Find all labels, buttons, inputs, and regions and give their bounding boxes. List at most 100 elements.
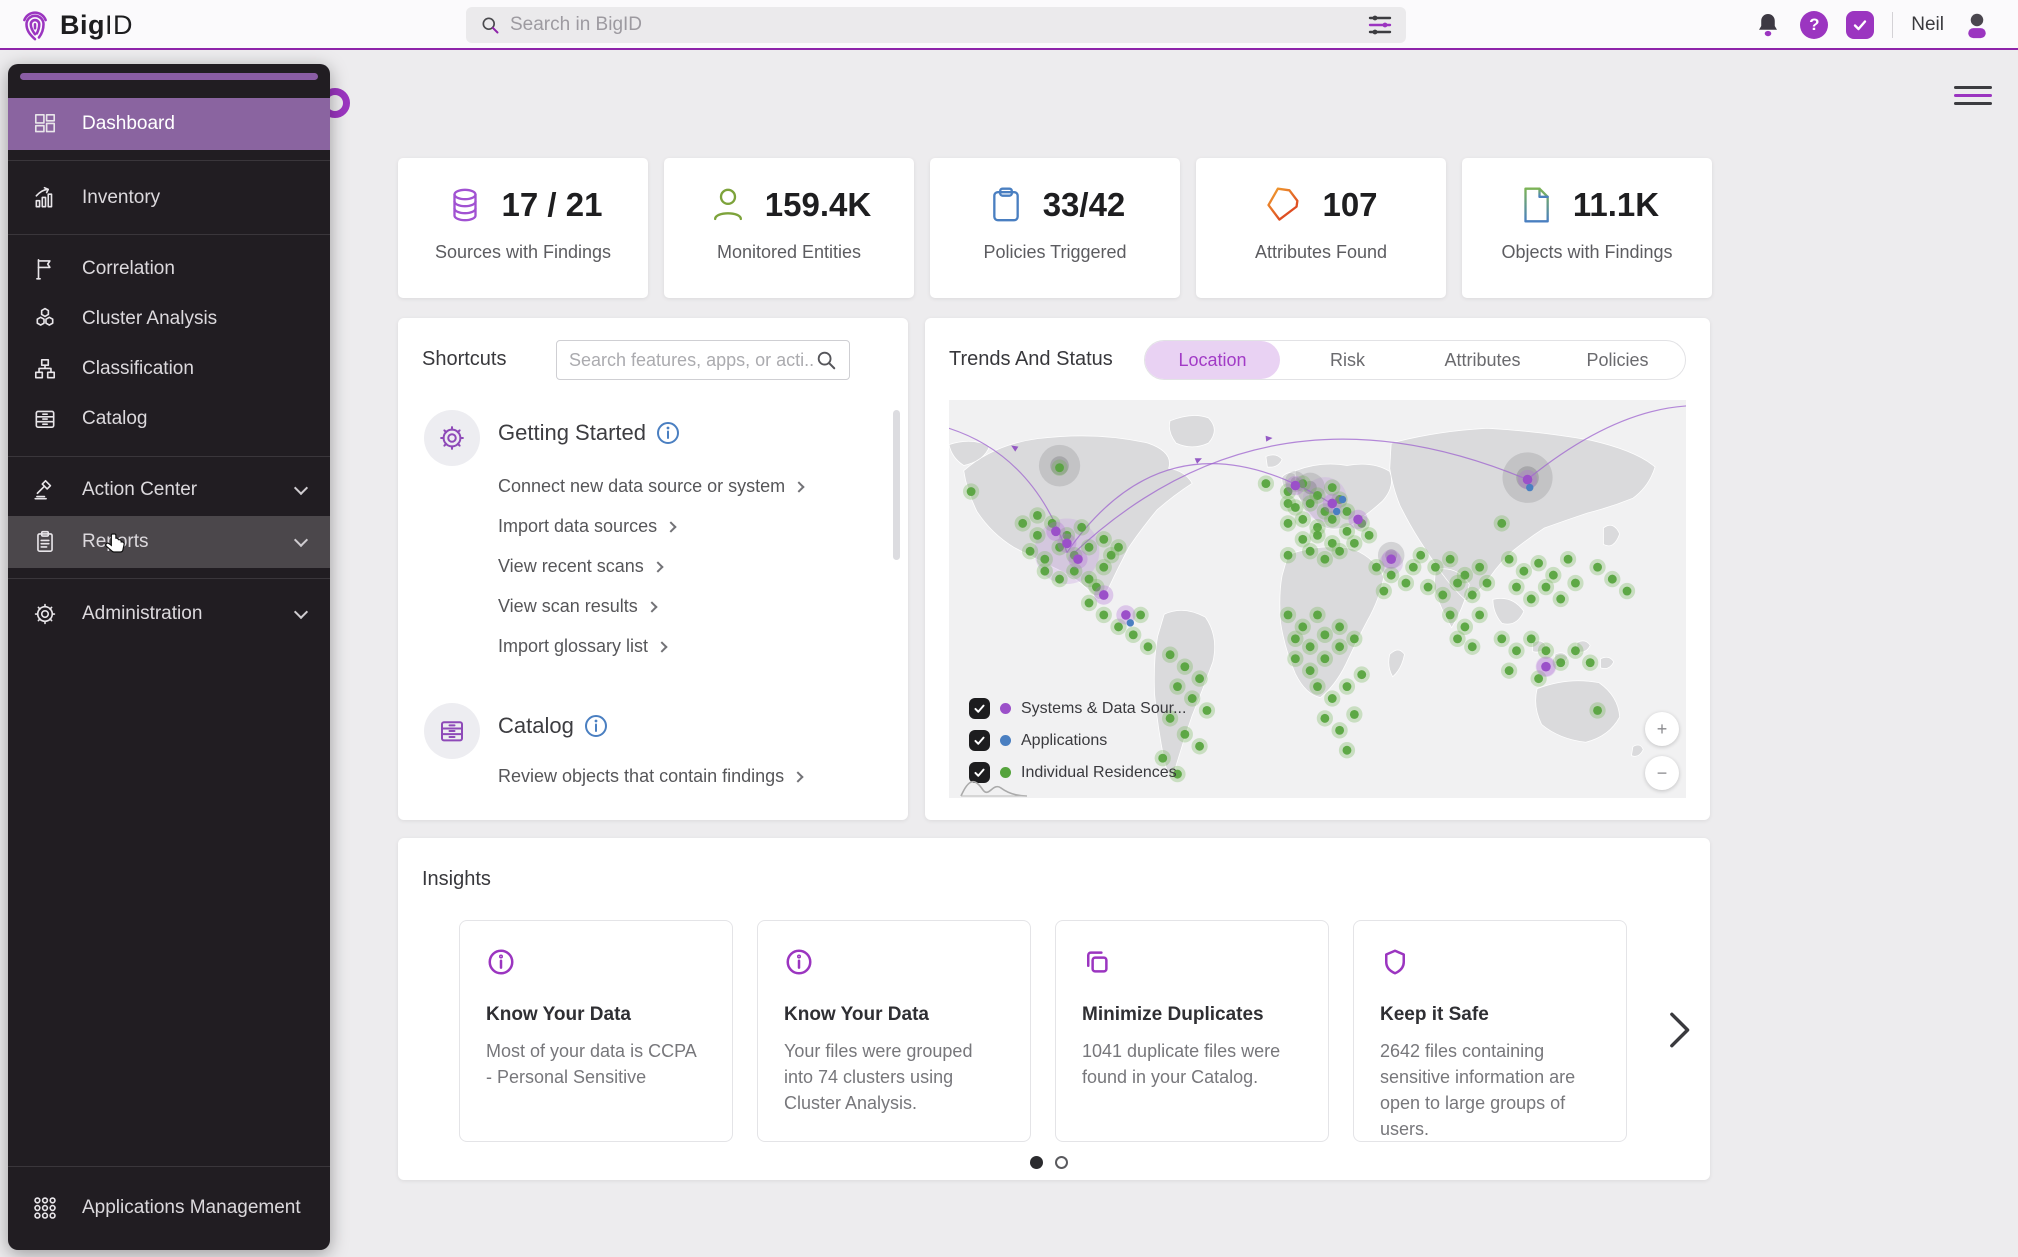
divider [8,1166,330,1167]
tag-icon [1267,187,1300,221]
sidebar-item-dashboard[interactable]: Dashboard [8,98,330,150]
shortcuts-search-input[interactable] [569,349,815,371]
brand-name: BigID [60,9,133,40]
apps-grid-icon [34,1197,56,1219]
catalog-section-title: Catalog [498,713,608,739]
tab-policies[interactable]: Policies [1550,341,1685,379]
tab-risk[interactable]: Risk [1280,341,1415,379]
brand-logo[interactable]: BigID [18,8,133,42]
avatar[interactable] [1962,10,1992,40]
gear-icon [440,426,464,450]
stat-card-attributes[interactable]: 107 Attributes Found [1196,158,1446,298]
stat-label: Attributes Found [1254,242,1388,262]
sidebar-item-catalog[interactable]: Catalog [8,394,330,444]
link-review-objects[interactable]: Review objects that contain findings [498,766,804,787]
shortcuts-search[interactable] [556,340,850,380]
world-map[interactable]: Systems & Data Sour... Applications Indi… [949,400,1686,798]
header-actions: ? Neil [1754,0,1992,50]
insight-body: 2642 files containing sensitive informat… [1380,1041,1576,1140]
inventory-icon [35,186,53,208]
correlation-flag-icon [36,258,51,280]
insight-body: Your files were grouped into 74 clusters… [784,1041,973,1114]
clipboard-icon [992,187,1019,222]
sidebar-item-action-center[interactable]: Action Center [8,464,330,516]
tasks-check-icon[interactable] [1846,11,1875,39]
legend-systems: Systems & Data Sour... [969,698,1186,719]
sidebar-item-correlation[interactable]: Correlation [8,244,330,294]
catalog-icon [35,410,55,428]
pager-dot-active[interactable] [1030,1156,1043,1169]
link-import-glossary-list[interactable]: Import glossary list [498,636,668,657]
stat-label: Monitored Entities [716,242,862,262]
map-zoom-in-button[interactable]: + [1645,712,1679,746]
stat-card-entities[interactable]: 159.4K Monitored Entities [664,158,914,298]
sidebar-item-label: Dashboard [82,113,175,134]
global-search[interactable] [466,7,1406,43]
chevron-right-icon [792,770,804,783]
search-icon [817,351,836,370]
bell-icon[interactable] [1754,11,1782,39]
catalog-icon-circle [424,703,480,759]
global-search-input[interactable] [510,14,1368,36]
stat-card-policies[interactable]: 33/42 Policies Triggered [930,158,1180,298]
info-icon[interactable] [656,421,680,445]
insight-card-minimize-duplicates[interactable]: Minimize Duplicates 1041 duplicate files… [1055,920,1329,1142]
info-icon[interactable] [584,714,608,738]
checkbox-checked-icon[interactable] [969,698,990,719]
insight-card-keep-it-safe[interactable]: Keep it Safe 2642 files containing sensi… [1353,920,1627,1142]
tab-attributes[interactable]: Attributes [1415,341,1550,379]
filter-sliders-icon[interactable] [1368,14,1392,36]
database-icon [452,188,477,222]
sidebar: Dashboard Inventory Correlation Cluster … [8,64,330,1250]
chevron-down-icon [293,532,309,547]
stat-card-objects[interactable]: 11.1K Objects with Findings [1462,158,1712,298]
sidebar-item-inventory[interactable]: Inventory [8,172,330,224]
link-import-data-sources[interactable]: Import data sources [498,516,677,537]
trends-panel: Trends And Status Location Risk Attribut… [925,318,1710,820]
sidebar-item-classification[interactable]: Classification [8,344,330,394]
sparkline-icon [960,780,1028,797]
shield-icon [1385,949,1405,975]
trends-tabs: Location Risk Attributes Policies [1144,340,1686,380]
chevron-right-icon [656,640,668,653]
top-bar: BigID ? Neil [0,0,2018,50]
sidebar-item-reports[interactable]: Reports [8,516,330,568]
info-icon [786,949,812,975]
scrollbar-thumb[interactable] [893,410,900,560]
stat-value: 11.1K [1572,186,1660,223]
getting-started-title: Getting Started [498,420,680,446]
document-icon [1524,187,1549,223]
tab-location[interactable]: Location [1145,341,1280,379]
insight-title: Keep it Safe [1380,1004,1489,1025]
sidebar-item-cluster-analysis[interactable]: Cluster Analysis [8,294,330,344]
insight-card-know-your-data-1[interactable]: Know Your Data Most of your data is CCPA… [459,920,733,1142]
chevron-right-icon [652,560,664,573]
search-icon [482,17,499,34]
chevron-down-icon [293,604,309,619]
link-view-scan-results[interactable]: View scan results [498,596,658,617]
insight-title: Know Your Data [784,1004,929,1025]
sidebar-item-applications-management[interactable]: Applications Management [8,1182,330,1234]
link-view-recent-scans[interactable]: View recent scans [498,556,664,577]
sidebar-item-label: Applications Management [82,1197,301,1218]
help-icon[interactable]: ? [1800,11,1829,39]
administration-gear-icon [34,603,56,625]
sidebar-item-label: Catalog [82,408,148,429]
divider [1892,12,1894,38]
insight-title: Know Your Data [486,1004,631,1025]
divider [8,234,330,235]
link-connect-data-source[interactable]: Connect new data source or system [498,476,805,497]
checkbox-checked-icon[interactable] [969,730,990,751]
insight-card-know-your-data-2[interactable]: Know Your Data Your files were grouped i… [757,920,1031,1142]
stat-card-sources[interactable]: 17 / 21 Sources with Findings [398,158,648,298]
cursor-hand-icon [105,533,125,553]
stat-value: 159.4K [764,186,872,223]
getting-started-icon-circle [424,410,480,466]
sidebar-item-administration[interactable]: Administration [8,588,330,640]
legend-dot-purple [1000,703,1011,714]
carousel-next-icon[interactable] [1664,1010,1694,1050]
map-zoom-out-button[interactable]: − [1645,756,1679,790]
pager-dot[interactable] [1055,1156,1068,1169]
menu-hamburger-icon[interactable] [1954,86,1992,110]
sidebar-drag-pill[interactable] [20,73,318,80]
